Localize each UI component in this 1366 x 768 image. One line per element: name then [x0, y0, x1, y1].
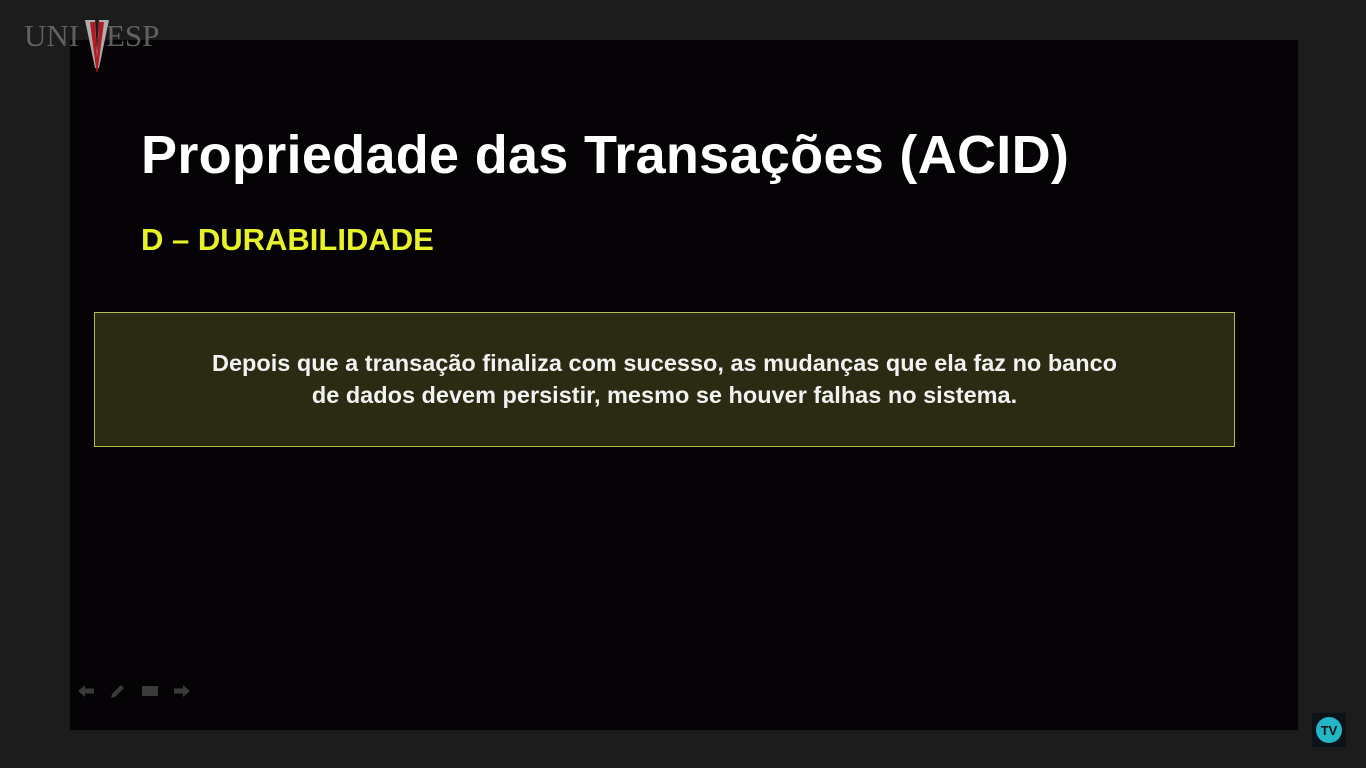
definition-line-2: de dados devem persistir, mesmo se houve… — [311, 381, 1018, 408]
tv-logo: TV — [1312, 713, 1346, 747]
pen-icon — [111, 685, 124, 698]
tv-logo-text: TV — [1321, 723, 1338, 738]
slides-icon — [142, 686, 158, 696]
definition-line-1: Depois que a transação finaliza com suce… — [211, 349, 1118, 376]
slides-menu-button[interactable] — [140, 681, 160, 701]
definition-text: Depois que a transação finaliza com suce… — [115, 347, 1215, 411]
pen-tool-button[interactable] — [108, 681, 128, 701]
previous-slide-button[interactable] — [76, 681, 96, 701]
arrow-left-icon — [78, 685, 94, 697]
slide-title: Propriedade das Transações (ACID) — [141, 125, 1070, 185]
video-frame: UNI ESP Propriedade das Transações (ACID… — [0, 0, 1366, 768]
logo-text-right: ESP — [106, 18, 160, 53]
arrow-right-icon — [174, 685, 190, 697]
next-slide-button[interactable] — [172, 681, 192, 701]
logo-text-left: UNI — [24, 18, 80, 53]
slide-subtitle: D – DURABILIDADE — [141, 222, 434, 257]
univesp-logo: UNI ESP — [24, 14, 174, 74]
definition-box: Depois que a transação finaliza com suce… — [94, 312, 1235, 447]
slide-navigation-controls — [76, 680, 192, 702]
